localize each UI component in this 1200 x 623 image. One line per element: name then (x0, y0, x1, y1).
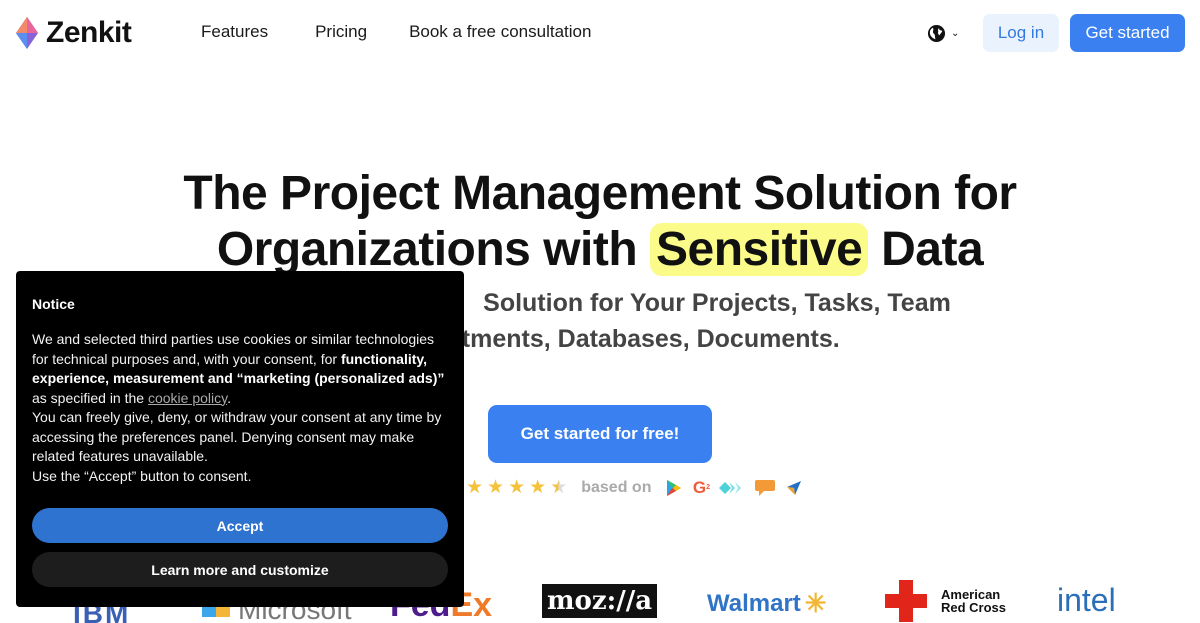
cookie-text: Use the “Accept” button to consent. (32, 467, 252, 484)
language-selector[interactable]: ⌄ (927, 24, 959, 43)
walmart-spark-icon: ✳ (804, 588, 827, 618)
get-started-free-button[interactable]: Get started for free! (488, 405, 712, 463)
walmart-wordmark: Walmart (707, 589, 801, 617)
globe-icon (927, 24, 946, 43)
red-cross-logo: American Red Cross (885, 580, 1006, 622)
get-started-button[interactable]: Get started (1070, 14, 1185, 52)
based-on-label: based on (581, 478, 652, 496)
intel-logo: intel (1057, 582, 1116, 618)
g2-icon[interactable]: G2 (692, 478, 710, 497)
cookie-title: Notice (32, 296, 75, 312)
hero-title-line2-post: Data (868, 223, 984, 276)
chevron-down-icon: ⌄ (951, 28, 960, 39)
cookie-policy-link[interactable]: cookie policy (148, 390, 227, 406)
zenkit-logo[interactable]: Zenkit (16, 16, 132, 50)
star-icon: ★ (508, 477, 526, 498)
cookie-notice: Notice We and selected third parties use… (16, 271, 464, 607)
hero-title-line2-pre: Organizations with (216, 223, 651, 276)
red-cross-wordmark: American Red Cross (941, 588, 1006, 614)
star-icon: ★ (529, 477, 547, 498)
login-button[interactable]: Log in (983, 14, 1059, 52)
cookie-text: . (227, 389, 231, 406)
nav-features[interactable]: Features (201, 22, 268, 42)
rating-row: ★ ★ ★ ★ ★ based on G2 (466, 476, 808, 499)
cookie-text: as specified in the (32, 389, 148, 406)
cookie-text: You can freely give, deny, or withdraw y… (32, 409, 442, 464)
star-icon: ★ (466, 477, 484, 498)
cookie-body: We and selected third parties use cookie… (32, 330, 448, 486)
accept-button[interactable]: Accept (32, 508, 448, 543)
zenkit-diamond-icon (16, 17, 38, 49)
hero-title: The Project Management Solution for Orga… (0, 166, 1200, 278)
walmart-logo: Walmart ✳ (707, 588, 827, 619)
nav-pricing[interactable]: Pricing (315, 22, 367, 42)
software-advice-icon[interactable] (785, 480, 803, 496)
red-cross-icon (885, 580, 927, 622)
site-header: Zenkit Features Pricing Book a free cons… (0, 0, 1200, 66)
capterra-icon[interactable] (719, 480, 745, 496)
hero-title-highlight: Sensitive (650, 223, 869, 276)
nav-book-consultation[interactable]: Book a free consultation (409, 22, 591, 42)
mozilla-logo: moz://a (542, 584, 658, 618)
hero-title-line1: The Project Management Solution for (183, 167, 1017, 220)
getapp-icon[interactable] (754, 479, 776, 496)
star-icon: ★ (487, 477, 505, 498)
learn-more-button[interactable]: Learn more and customize (32, 552, 448, 587)
half-star-icon: ★ (550, 477, 568, 498)
brand-name: Zenkit (46, 16, 132, 49)
google-play-icon[interactable] (665, 479, 683, 496)
red-cross-line2: Red Cross (941, 600, 1007, 615)
main-nav: Features Pricing Book a free consultatio… (201, 22, 591, 42)
